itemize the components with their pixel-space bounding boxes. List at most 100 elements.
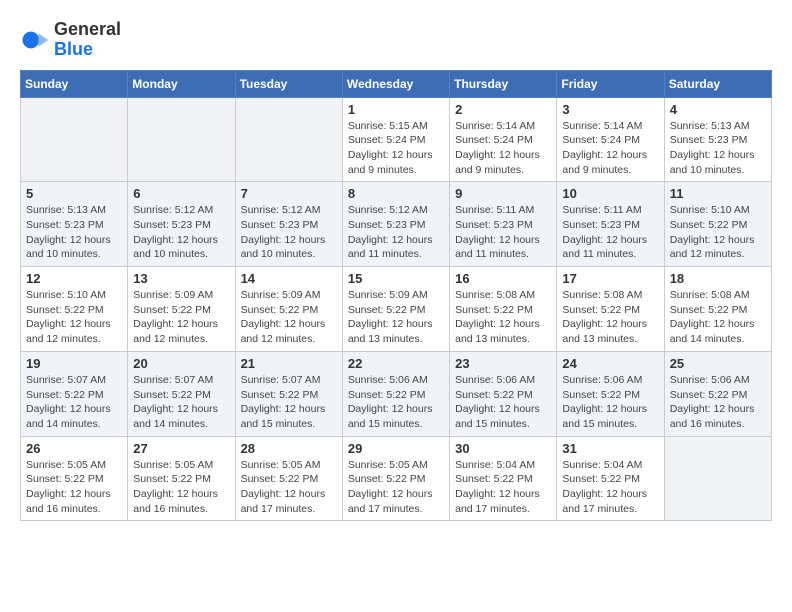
day-number: 16	[455, 271, 551, 286]
day-number: 2	[455, 102, 551, 117]
calendar-cell: 6 Sunrise: 5:12 AM Sunset: 5:23 PM Daylig…	[128, 182, 235, 267]
day-number: 6	[133, 186, 229, 201]
calendar-cell: 9 Sunrise: 5:11 AM Sunset: 5:23 PM Daylig…	[450, 182, 557, 267]
day-info: Sunrise: 5:11 AM Sunset: 5:23 PM Dayligh…	[455, 203, 551, 262]
day-number: 18	[670, 271, 766, 286]
calendar-cell	[664, 436, 771, 521]
logo-general: General	[54, 20, 121, 40]
calendar-cell: 29 Sunrise: 5:05 AM Sunset: 5:22 PM Dayli…	[342, 436, 449, 521]
calendar-cell: 23 Sunrise: 5:06 AM Sunset: 5:22 PM Dayli…	[450, 351, 557, 436]
weekday-header-saturday: Saturday	[664, 70, 771, 97]
day-number: 1	[348, 102, 444, 117]
logo-blue: Blue	[54, 40, 121, 60]
day-info: Sunrise: 5:06 AM Sunset: 5:22 PM Dayligh…	[562, 373, 658, 432]
calendar-cell: 25 Sunrise: 5:06 AM Sunset: 5:22 PM Dayli…	[664, 351, 771, 436]
calendar-cell: 16 Sunrise: 5:08 AM Sunset: 5:22 PM Dayli…	[450, 267, 557, 352]
day-info: Sunrise: 5:12 AM Sunset: 5:23 PM Dayligh…	[241, 203, 337, 262]
day-info: Sunrise: 5:13 AM Sunset: 5:23 PM Dayligh…	[26, 203, 122, 262]
day-info: Sunrise: 5:07 AM Sunset: 5:22 PM Dayligh…	[133, 373, 229, 432]
calendar-cell	[128, 97, 235, 182]
day-info: Sunrise: 5:08 AM Sunset: 5:22 PM Dayligh…	[455, 288, 551, 347]
day-number: 29	[348, 441, 444, 456]
weekday-header-monday: Monday	[128, 70, 235, 97]
calendar-cell: 3 Sunrise: 5:14 AM Sunset: 5:24 PM Daylig…	[557, 97, 664, 182]
day-info: Sunrise: 5:05 AM Sunset: 5:22 PM Dayligh…	[241, 458, 337, 517]
calendar-cell: 15Sunrise: 5:09 AM Sunset: 5:22 PM Dayli…	[342, 267, 449, 352]
day-number: 12	[26, 271, 122, 286]
day-number: 22	[348, 356, 444, 371]
calendar-cell: 1 Sunrise: 5:15 AM Sunset: 5:24 PM Daylig…	[342, 97, 449, 182]
day-number: 31	[562, 441, 658, 456]
day-info: Sunrise: 5:05 AM Sunset: 5:22 PM Dayligh…	[26, 458, 122, 517]
day-info: Sunrise: 5:11 AM Sunset: 5:23 PM Dayligh…	[562, 203, 658, 262]
day-info: Sunrise: 5:09 AM Sunset: 5:22 PM Dayligh…	[241, 288, 337, 347]
day-number: 26	[26, 441, 122, 456]
day-info: Sunrise: 5:13 AM Sunset: 5:23 PM Dayligh…	[670, 119, 766, 178]
day-info: Sunrise: 5:15 AM Sunset: 5:24 PM Dayligh…	[348, 119, 444, 178]
day-info: Sunrise: 5:08 AM Sunset: 5:22 PM Dayligh…	[562, 288, 658, 347]
day-info: Sunrise: 5:04 AM Sunset: 5:22 PM Dayligh…	[455, 458, 551, 517]
day-number: 9	[455, 186, 551, 201]
day-info: Sunrise: 5:14 AM Sunset: 5:24 PM Dayligh…	[562, 119, 658, 178]
day-info: Sunrise: 5:09 AM Sunset: 5:22 PM Dayligh…	[133, 288, 229, 347]
day-number: 24	[562, 356, 658, 371]
day-number: 23	[455, 356, 551, 371]
calendar-cell: 21 Sunrise: 5:07 AM Sunset: 5:22 PM Dayli…	[235, 351, 342, 436]
day-info: Sunrise: 5:10 AM Sunset: 5:22 PM Dayligh…	[670, 203, 766, 262]
day-number: 30	[455, 441, 551, 456]
day-number: 5	[26, 186, 122, 201]
day-info: Sunrise: 5:12 AM Sunset: 5:23 PM Dayligh…	[348, 203, 444, 262]
day-number: 10	[562, 186, 658, 201]
day-number: 11	[670, 186, 766, 201]
calendar-cell: 26 Sunrise: 5:05 AM Sunset: 5:22 PM Dayli…	[21, 436, 128, 521]
logo: General Blue	[20, 20, 121, 60]
calendar-table: SundayMondayTuesdayWednesdayThursdayFrid…	[20, 70, 772, 522]
day-info: Sunrise: 5:14 AM Sunset: 5:24 PM Dayligh…	[455, 119, 551, 178]
calendar-cell	[235, 97, 342, 182]
calendar-cell: 17 Sunrise: 5:08 AM Sunset: 5:22 PM Dayli…	[557, 267, 664, 352]
day-info: Sunrise: 5:05 AM Sunset: 5:22 PM Dayligh…	[348, 458, 444, 517]
calendar-cell: 28 Sunrise: 5:05 AM Sunset: 5:22 PM Dayli…	[235, 436, 342, 521]
weekday-header-tuesday: Tuesday	[235, 70, 342, 97]
day-info: Sunrise: 5:06 AM Sunset: 5:22 PM Dayligh…	[348, 373, 444, 432]
day-info: Sunrise: 5:09 AM Sunset: 5:22 PM Dayligh…	[348, 288, 444, 347]
day-number: 20	[133, 356, 229, 371]
day-number: 13	[133, 271, 229, 286]
day-info: Sunrise: 5:06 AM Sunset: 5:22 PM Dayligh…	[670, 373, 766, 432]
day-number: 7	[241, 186, 337, 201]
calendar-cell: 11 Sunrise: 5:10 AM Sunset: 5:22 PM Dayli…	[664, 182, 771, 267]
day-info: Sunrise: 5:07 AM Sunset: 5:22 PM Dayligh…	[241, 373, 337, 432]
calendar-cell: 31 Sunrise: 5:04 AM Sunset: 5:22 PM Dayli…	[557, 436, 664, 521]
calendar-cell: 2 Sunrise: 5:14 AM Sunset: 5:24 PM Daylig…	[450, 97, 557, 182]
day-number: 14	[241, 271, 337, 286]
weekday-header-thursday: Thursday	[450, 70, 557, 97]
calendar-cell: 14 Sunrise: 5:09 AM Sunset: 5:22 PM Dayli…	[235, 267, 342, 352]
day-number: 17	[562, 271, 658, 286]
day-number: 21	[241, 356, 337, 371]
calendar-cell	[21, 97, 128, 182]
day-info: Sunrise: 5:10 AM Sunset: 5:22 PM Dayligh…	[26, 288, 122, 347]
calendar-cell: 5 Sunrise: 5:13 AM Sunset: 5:23 PM Daylig…	[21, 182, 128, 267]
day-number: 28	[241, 441, 337, 456]
calendar-cell: 4Sunrise: 5:13 AM Sunset: 5:23 PM Daylig…	[664, 97, 771, 182]
calendar-cell: 7 Sunrise: 5:12 AM Sunset: 5:23 PM Daylig…	[235, 182, 342, 267]
day-info: Sunrise: 5:08 AM Sunset: 5:22 PM Dayligh…	[670, 288, 766, 347]
weekday-header-sunday: Sunday	[21, 70, 128, 97]
weekday-header-friday: Friday	[557, 70, 664, 97]
day-number: 25	[670, 356, 766, 371]
calendar-cell: 27Sunrise: 5:05 AM Sunset: 5:22 PM Dayli…	[128, 436, 235, 521]
calendar-cell: 18 Sunrise: 5:08 AM Sunset: 5:22 PM Dayli…	[664, 267, 771, 352]
calendar-cell: 8 Sunrise: 5:12 AM Sunset: 5:23 PM Daylig…	[342, 182, 449, 267]
day-info: Sunrise: 5:04 AM Sunset: 5:22 PM Dayligh…	[562, 458, 658, 517]
day-info: Sunrise: 5:12 AM Sunset: 5:23 PM Dayligh…	[133, 203, 229, 262]
day-number: 8	[348, 186, 444, 201]
day-number: 3	[562, 102, 658, 117]
day-info: Sunrise: 5:07 AM Sunset: 5:22 PM Dayligh…	[26, 373, 122, 432]
calendar-cell: 30 Sunrise: 5:04 AM Sunset: 5:22 PM Dayli…	[450, 436, 557, 521]
calendar-cell: 20 Sunrise: 5:07 AM Sunset: 5:22 PM Dayli…	[128, 351, 235, 436]
day-info: Sunrise: 5:06 AM Sunset: 5:22 PM Dayligh…	[455, 373, 551, 432]
weekday-header-wednesday: Wednesday	[342, 70, 449, 97]
calendar-cell: 19 Sunrise: 5:07 AM Sunset: 5:22 PM Dayli…	[21, 351, 128, 436]
day-number: 19	[26, 356, 122, 371]
calendar-cell: 12 Sunrise: 5:10 AM Sunset: 5:22 PM Dayli…	[21, 267, 128, 352]
